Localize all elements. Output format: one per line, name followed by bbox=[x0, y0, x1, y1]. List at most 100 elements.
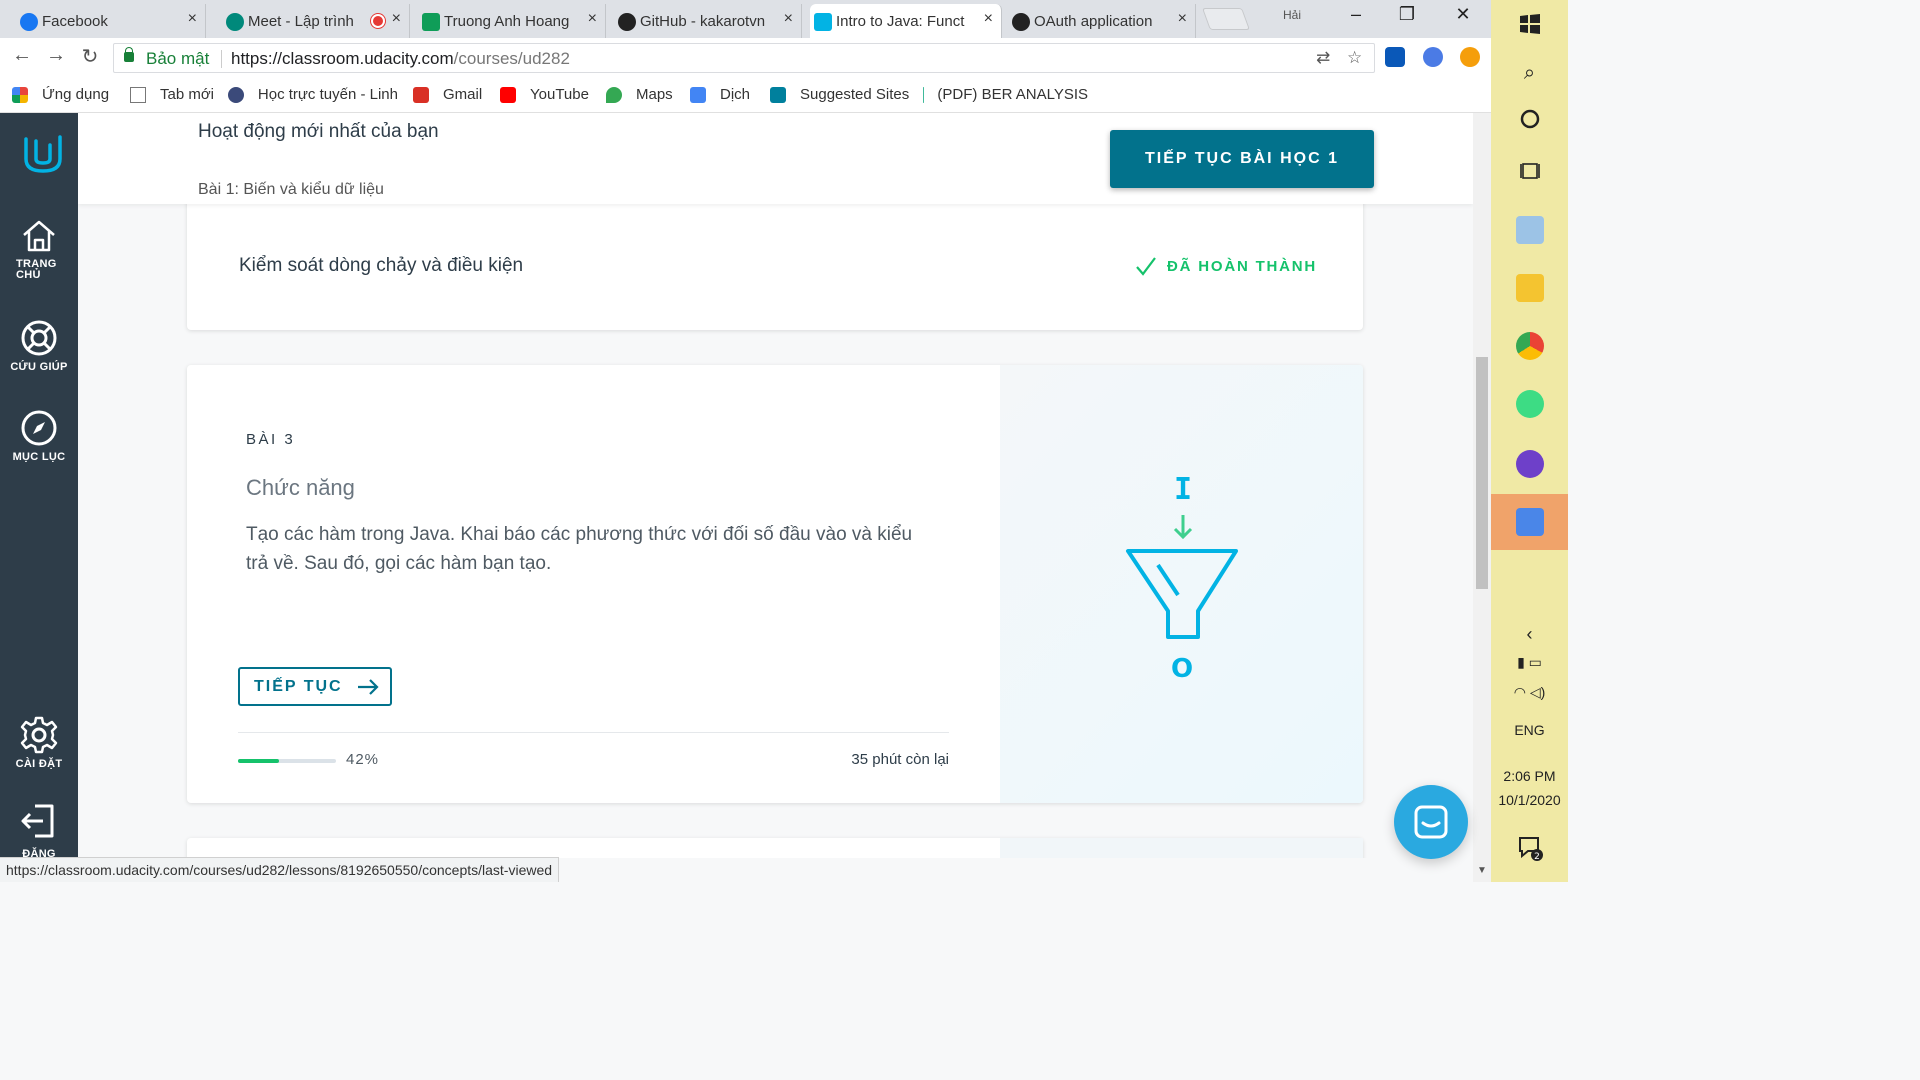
close-icon[interactable]: × bbox=[984, 10, 993, 28]
profile-name[interactable]: Hải bbox=[1283, 8, 1301, 22]
arrow-right-icon bbox=[357, 678, 379, 695]
sidebar-item-catalog[interactable]: MỤC LỤC bbox=[0, 408, 78, 463]
secure-label: Bảo mật bbox=[146, 49, 210, 68]
extension-j-icon[interactable] bbox=[1385, 47, 1405, 67]
completed-status: ĐÃ HOÀN THÀNH bbox=[1135, 255, 1317, 277]
close-icon[interactable]: × bbox=[1178, 10, 1187, 28]
apps-icon bbox=[12, 86, 28, 103]
windows-taskbar: ⌕ ‹ ▮ ▭ ◠ ◁) ENG 2:06 PM 10/1/2020 2 bbox=[1491, 0, 1568, 882]
page-scrollbar[interactable]: ▼ bbox=[1473, 113, 1491, 882]
bookmark-label: Tab mới bbox=[160, 86, 215, 103]
notification-count: 2 bbox=[1534, 852, 1540, 862]
notifications-icon[interactable]: 2 bbox=[1491, 834, 1568, 867]
bookmark-label: Học trực tuyến - Linh bbox=[257, 86, 398, 103]
url-text[interactable]: https://classroom.udacity.com/courses/ud… bbox=[231, 49, 570, 69]
windows-start-icon[interactable] bbox=[1491, 12, 1568, 41]
chat-button[interactable] bbox=[1394, 785, 1468, 859]
sidebar-item-label: CỨU GIÚP bbox=[10, 361, 68, 373]
input-label: I bbox=[1174, 472, 1192, 507]
status-url: https://classroom.udacity.com/courses/ud… bbox=[0, 857, 560, 882]
performance-app-icon[interactable] bbox=[1516, 216, 1544, 244]
lesson-card: BÀI 3 Chức năng Tạo các hàm trong Java. … bbox=[187, 365, 1363, 803]
sidebar-item-label: CÀI ĐẶT bbox=[15, 758, 63, 770]
restore-icon[interactable]: ❐ bbox=[1392, 4, 1422, 25]
tab-label: Facebook bbox=[42, 12, 108, 30]
sidebar-item-home[interactable]: TRANG CHỦ bbox=[0, 217, 78, 281]
window-close-icon[interactable]: ✕ bbox=[1448, 4, 1478, 25]
next-lesson-card[interactable] bbox=[187, 838, 1363, 858]
logout-icon bbox=[21, 804, 54, 838]
sidebar-item-label: MỤC LỤC bbox=[12, 451, 66, 463]
github-desktop-icon[interactable] bbox=[1516, 450, 1544, 478]
sidebar-item-help[interactable]: CỨU GIÚP bbox=[0, 318, 78, 373]
minimize-icon[interactable]: – bbox=[1341, 4, 1371, 25]
recent-activity-subtitle: Bài 1: Biến và kiểu dữ liệu bbox=[198, 181, 384, 198]
tab-udacity[interactable]: Intro to Java: Funct × bbox=[810, 4, 1002, 38]
funnel-illustration: I O bbox=[1126, 472, 1238, 684]
tab-label: OAuth application bbox=[1034, 12, 1153, 30]
clock-time[interactable]: 2:06 PM bbox=[1491, 768, 1568, 784]
clock-date[interactable]: 10/1/2020 bbox=[1491, 792, 1568, 808]
chevron-left-icon[interactable]: ‹ bbox=[1491, 624, 1568, 645]
github-icon bbox=[618, 13, 636, 31]
forward-icon[interactable]: → bbox=[42, 44, 70, 67]
tab-sheets[interactable]: Truong Anh Hoang × bbox=[418, 4, 606, 38]
close-icon[interactable]: × bbox=[392, 10, 401, 28]
search-icon[interactable]: ⌕ bbox=[1491, 62, 1568, 85]
sidebar-item-settings[interactable]: CÀI ĐẶT bbox=[0, 715, 78, 770]
bookmark-pdf-ber[interactable]: (PDF) BER ANALYSIS bbox=[923, 86, 1088, 103]
bookmark-label: Ứng dụng bbox=[42, 86, 110, 103]
android-studio-icon[interactable] bbox=[1516, 390, 1544, 418]
bookmark-suggested-sites[interactable]: Suggested Sites bbox=[770, 86, 909, 103]
sidebar-item-logout[interactable]: ĐĂNG bbox=[0, 803, 78, 860]
bookmark-label: Suggested Sites bbox=[800, 86, 910, 103]
file-explorer-icon[interactable] bbox=[1516, 274, 1544, 302]
bookmark-hoc-truc-tuyen[interactable]: Học trực tuyến - Linh bbox=[228, 86, 398, 103]
scroll-down-icon[interactable]: ▼ bbox=[1477, 865, 1487, 876]
bookmark-apps[interactable]: Ứng dụng bbox=[12, 86, 109, 103]
new-tab-button[interactable] bbox=[1201, 8, 1251, 30]
bookmark-youtube[interactable]: YouTube bbox=[500, 86, 589, 103]
language-indicator[interactable]: ENG bbox=[1491, 722, 1568, 738]
chrome-icon[interactable] bbox=[1516, 332, 1544, 360]
address-bar[interactable]: Bảo mật https://classroom.udacity.com/co… bbox=[113, 43, 1375, 73]
extension-alert-icon[interactable] bbox=[1460, 47, 1480, 67]
close-icon[interactable]: × bbox=[588, 10, 597, 28]
reload-icon[interactable]: ↻ bbox=[76, 44, 104, 69]
active-app-slot[interactable] bbox=[1491, 494, 1568, 550]
lesson-title[interactable]: Chức năng bbox=[246, 475, 355, 501]
github-icon bbox=[1012, 13, 1030, 31]
bookmarks-bar: Ứng dụng Tab mới Học trực tuyến - Linh G… bbox=[0, 78, 1491, 113]
wifi-volume-icon[interactable]: ◠ ◁) bbox=[1491, 684, 1568, 701]
scroll-thumb[interactable] bbox=[1476, 357, 1488, 589]
back-icon[interactable]: ← bbox=[8, 44, 36, 67]
bookmark-gmail[interactable]: Gmail bbox=[413, 86, 482, 103]
extension-search-icon[interactable] bbox=[1423, 47, 1443, 67]
tab-facebook[interactable]: Facebook × bbox=[16, 4, 206, 38]
tab-strip: Facebook × Meet - Lập trình × Truong Anh… bbox=[0, 0, 1491, 38]
facebook-icon bbox=[20, 13, 38, 31]
bookmark-new-tab[interactable]: Tab mới bbox=[130, 86, 214, 103]
task-view-icon[interactable] bbox=[1491, 160, 1568, 187]
star-icon[interactable]: ☆ bbox=[1347, 48, 1362, 68]
page-icon bbox=[130, 86, 146, 103]
lesson-number: BÀI 3 bbox=[246, 431, 296, 448]
bookmark-translate[interactable]: Dịch bbox=[690, 86, 750, 103]
battery-icon[interactable]: ▮ ▭ bbox=[1491, 654, 1568, 671]
cortana-icon[interactable] bbox=[1491, 108, 1568, 135]
udacity-logo[interactable] bbox=[22, 133, 64, 175]
continue-lesson-button[interactable]: TIẾP TỤC BÀI HỌC 1 bbox=[1110, 130, 1374, 188]
bookmark-maps[interactable]: Maps bbox=[606, 86, 673, 103]
compass-icon bbox=[21, 410, 57, 446]
tab-github[interactable]: GitHub - kakarotvn × bbox=[614, 4, 802, 38]
close-icon[interactable]: × bbox=[188, 10, 197, 28]
translate-icon[interactable]: ⇄ bbox=[1316, 48, 1330, 68]
sheets-icon bbox=[422, 13, 440, 31]
progress-bar bbox=[238, 759, 336, 763]
close-icon[interactable]: × bbox=[784, 10, 793, 28]
lesson-continue-button[interactable]: TIẾP TỤC bbox=[238, 667, 392, 706]
recording-icon bbox=[371, 14, 385, 28]
tab-meet[interactable]: Meet - Lập trình × bbox=[222, 4, 410, 38]
tab-oauth[interactable]: OAuth application × bbox=[1008, 4, 1196, 38]
concept-title: Kiểm soát dòng chảy và điều kiện bbox=[239, 255, 524, 276]
